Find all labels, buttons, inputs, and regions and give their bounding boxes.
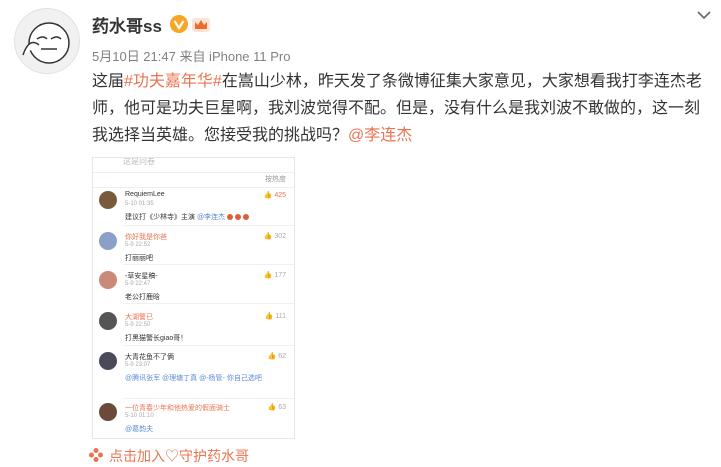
flower-icon bbox=[89, 448, 103, 462]
like-count: 63 bbox=[278, 404, 286, 411]
comment-mention: @腾讯张军 @理塘丁真 @-杨管- 你自己选吧 bbox=[125, 375, 262, 382]
footer-text[interactable]: 点击加入♡守护药水哥 bbox=[109, 448, 249, 464]
verified-v-icon bbox=[170, 15, 188, 33]
comment-time: 5-9 22:52 bbox=[125, 242, 151, 248]
comment-likes: 👍 111 bbox=[264, 313, 286, 320]
comment-text: 打丽丽吧 bbox=[125, 255, 153, 262]
avatar bbox=[99, 312, 117, 330]
post-text: 这届#功夫嘉年华#在嵩山少林，昨天发了条微博征集大家意见，大家想看我打李连杰老师… bbox=[92, 68, 712, 149]
comment-text: 老公打鹿晗 bbox=[125, 294, 160, 301]
screenshot-header-text: 这是问卷 bbox=[123, 157, 155, 166]
sort-label: 按热度 bbox=[265, 176, 286, 183]
avatar bbox=[99, 191, 117, 209]
screenshot-sort: 按热度 bbox=[93, 173, 294, 188]
comment-likes: 👍 177 bbox=[263, 272, 286, 279]
mention-link[interactable]: @李连杰 bbox=[348, 127, 412, 144]
comment-text: 建议打《少林寺》主演 @李连杰 bbox=[125, 212, 250, 222]
comment-time: 5-10 01:10 bbox=[125, 413, 154, 419]
comment-name: 你好我是你爸 bbox=[125, 234, 167, 241]
comment-mention: @葛韵夫 bbox=[125, 426, 154, 433]
divider bbox=[123, 345, 294, 346]
like-count: 425 bbox=[274, 192, 286, 199]
user-avatar[interactable] bbox=[14, 8, 80, 74]
post-meta: 5月10日 21:47 来自 iPhone 11 Pro bbox=[92, 49, 291, 64]
comment-time: 5-10 01:35 bbox=[125, 201, 154, 207]
like-count: 302 bbox=[274, 233, 286, 240]
avatar bbox=[99, 352, 117, 370]
screenshot-header: 这是问卷 bbox=[93, 158, 294, 173]
topic-link[interactable]: #功夫嘉年华# bbox=[124, 73, 222, 90]
comment-screenshot[interactable]: 这是问卷 按热度 RequiemLee 5-10 01:35 建议打《少林寺》主… bbox=[92, 157, 295, 439]
emoji-icon bbox=[243, 214, 250, 221]
avatar bbox=[99, 271, 117, 289]
emoji-icon bbox=[235, 214, 242, 221]
comment-time: 5-9 22:50 bbox=[125, 322, 151, 328]
post-text-part1: 这届 bbox=[92, 73, 125, 90]
comment-likes: 👍 63 bbox=[267, 404, 286, 411]
comment-text: 打黑猫警长giao哥！ bbox=[125, 335, 188, 342]
divider bbox=[123, 225, 294, 226]
comment-mention: @李连杰 bbox=[196, 214, 226, 221]
username[interactable]: 药水哥ss bbox=[92, 12, 162, 37]
divider bbox=[123, 264, 294, 265]
like-count: 111 bbox=[275, 313, 286, 320]
comment-name: RequiemLee bbox=[125, 191, 165, 198]
avatar bbox=[99, 403, 117, 421]
comment-text: @腾讯张军 @理塘丁真 @-杨管- 你自己选吧 bbox=[125, 373, 262, 383]
crown-level-icon bbox=[192, 18, 210, 32]
comment-text-body: 建议打《少林寺》主演 bbox=[125, 214, 195, 221]
divider bbox=[123, 303, 294, 304]
comment-time: 5-9 23:07 bbox=[125, 362, 151, 368]
comment-name: -草安星稿- bbox=[125, 273, 158, 280]
comment-name: 大青花鱼不了俩 bbox=[125, 354, 174, 361]
like-count: 177 bbox=[274, 272, 286, 279]
comment-likes: 👍 62 bbox=[267, 353, 286, 360]
join-fan-group-link[interactable]: 点击加入♡守护药水哥 bbox=[88, 446, 249, 466]
avatar bbox=[99, 232, 117, 250]
like-count: 62 bbox=[278, 353, 286, 360]
emoji-icon bbox=[227, 214, 234, 221]
divider bbox=[123, 398, 294, 399]
comment-name: 一位青春少年和他热爱的假面骑士 bbox=[125, 405, 230, 412]
comment-likes: 👍 425 bbox=[263, 192, 286, 199]
comment-name: 大湖警已 bbox=[125, 314, 153, 321]
chevron-down-icon[interactable] bbox=[696, 8, 712, 22]
comment-text: @葛韵夫 bbox=[125, 424, 153, 434]
comment-likes: 👍 302 bbox=[263, 233, 286, 240]
comment-time: 5-9 22:47 bbox=[125, 281, 151, 287]
